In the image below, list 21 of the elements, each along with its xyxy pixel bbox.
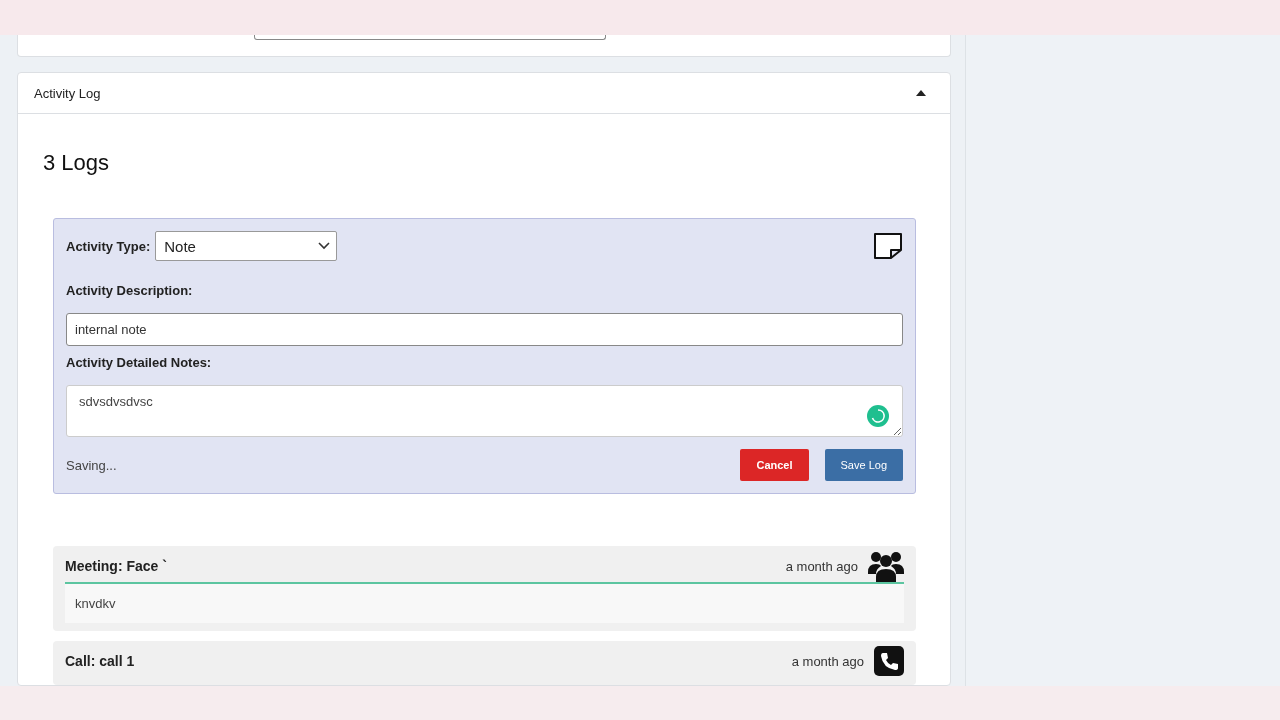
log-time: a month ago <box>785 558 858 574</box>
log-body: knvdkv <box>65 584 904 623</box>
caret-icon[interactable] <box>916 90 926 96</box>
people-icon <box>868 550 904 582</box>
field-label: Activity Detailed Notes: <box>66 355 213 370</box>
log-time: a month ago <box>791 653 864 669</box>
log-title: Call: call 1 <box>65 653 135 669</box>
chevron-icon <box>318 242 331 250</box>
cancel-button[interactable]: Cancel <box>740 449 809 481</box>
status-text: Saving... <box>66 457 117 473</box>
save-button[interactable]: Save Log <box>824 449 903 481</box>
activity-type-select[interactable]: Note <box>155 231 338 261</box>
field-label: Activity Type: <box>66 238 151 254</box>
phone-icon <box>874 646 904 676</box>
log-title: Meeting: Face ` <box>65 558 167 574</box>
note-icon <box>873 232 903 260</box>
description-field[interactable]: internal note <box>66 313 903 346</box>
panel-title: Activity Log <box>34 85 101 101</box>
log-count: 3 Logs <box>43 150 111 176</box>
field-label: Activity Description: <box>66 283 194 298</box>
notes-field[interactable]: sdvsdvsdvsc <box>66 385 903 437</box>
